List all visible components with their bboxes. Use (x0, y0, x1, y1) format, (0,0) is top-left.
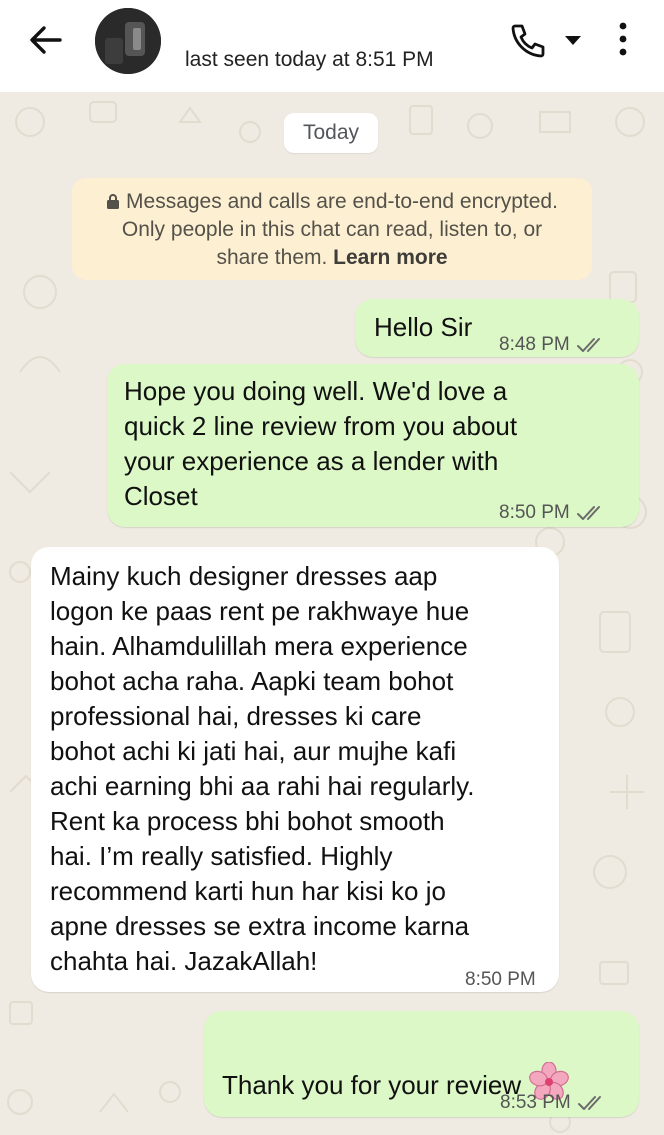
contact-avatar[interactable] (95, 8, 161, 74)
chat-header: last seen today at 8:51 PM (0, 0, 664, 92)
message-text: Hope you doing well. We'd love a quick 2… (124, 376, 518, 511)
date-chip: Today (284, 113, 378, 153)
outgoing-message[interactable]: Thank you for your review 8:53 PM (204, 1011, 639, 1117)
caret-down-icon (565, 36, 581, 45)
message-time: 8:53 PM (500, 1092, 571, 1113)
message-text: Hello Sir (374, 312, 473, 342)
double-check-icon (576, 505, 600, 520)
call-options-dropdown[interactable] (560, 26, 586, 54)
message-meta: 8:50 PM (465, 962, 536, 997)
chat-area[interactable]: Today Messages and calls are end-to-end … (0, 92, 664, 1135)
lock-icon (107, 194, 120, 209)
message-meta: 8:53 PM (500, 1085, 607, 1120)
vertical-dots-icon (619, 22, 627, 56)
message-time: 8:50 PM (499, 502, 570, 523)
phone-icon (511, 24, 545, 58)
double-check-icon (576, 337, 600, 352)
arrow-left-icon (30, 26, 62, 54)
message-time: 8:48 PM (499, 334, 570, 355)
message-text: Mainy kuch designer dresses aap logon ke… (50, 561, 475, 976)
message-meta: 8:48 PM (499, 327, 606, 362)
message-meta: 8:50 PM (499, 495, 606, 530)
call-button[interactable] (506, 20, 550, 60)
double-check-icon (577, 1095, 601, 1110)
encryption-notice[interactable]: Messages and calls are end-to-end encryp… (72, 178, 592, 280)
outgoing-message[interactable]: Hello Sir 8:48 PM (355, 299, 639, 357)
learn-more-link[interactable]: Learn more (333, 246, 447, 269)
message-text-content: Thank you for your review (222, 1070, 522, 1100)
incoming-message[interactable]: Mainy kuch designer dresses aap logon ke… (31, 547, 559, 992)
message-time: 8:50 PM (465, 969, 536, 990)
back-button[interactable] (24, 20, 68, 60)
last-seen-status: last seen today at 8:51 PM (185, 48, 434, 71)
outgoing-message[interactable]: Hope you doing well. We'd love a quick 2… (107, 364, 639, 527)
overflow-menu-button[interactable] (608, 18, 638, 62)
